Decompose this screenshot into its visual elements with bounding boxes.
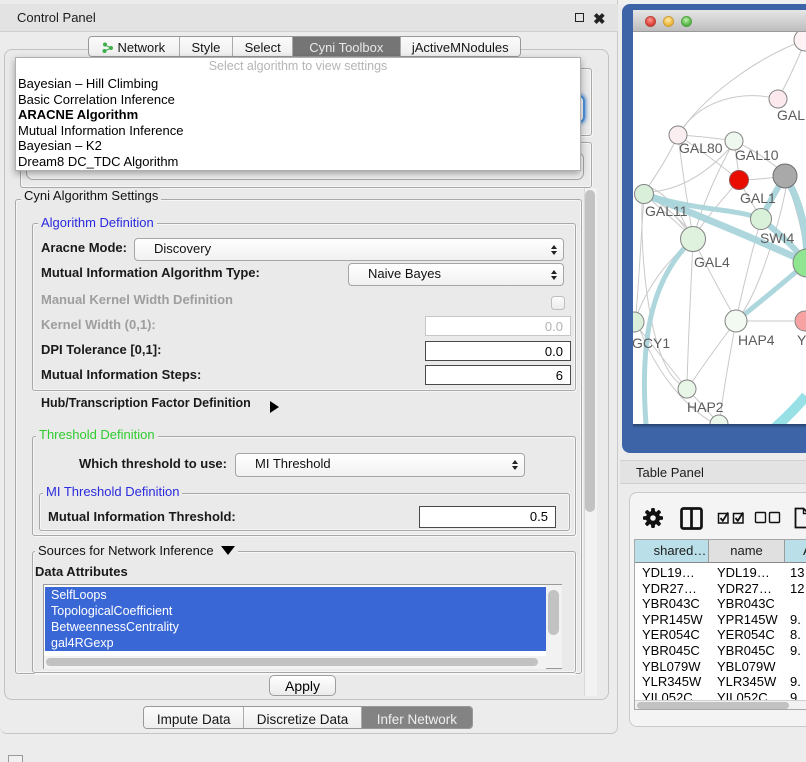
svg-text:GAL: GAL [777,107,805,123]
svg-text:GAL4: GAL4 [694,254,730,270]
svg-text:GCY1: GCY1 [633,335,670,351]
svg-text:Y: Y [797,332,806,348]
svg-text:HAP4: HAP4 [738,332,775,348]
svg-text:HAP2: HAP2 [687,399,724,415]
svg-text:GAL80: GAL80 [679,140,723,156]
svg-text:GAL1: GAL1 [740,190,776,206]
svg-text:GAL10: GAL10 [735,147,779,163]
svg-text:GAL11: GAL11 [645,203,688,219]
svg-text:SWI4: SWI4 [760,230,794,246]
